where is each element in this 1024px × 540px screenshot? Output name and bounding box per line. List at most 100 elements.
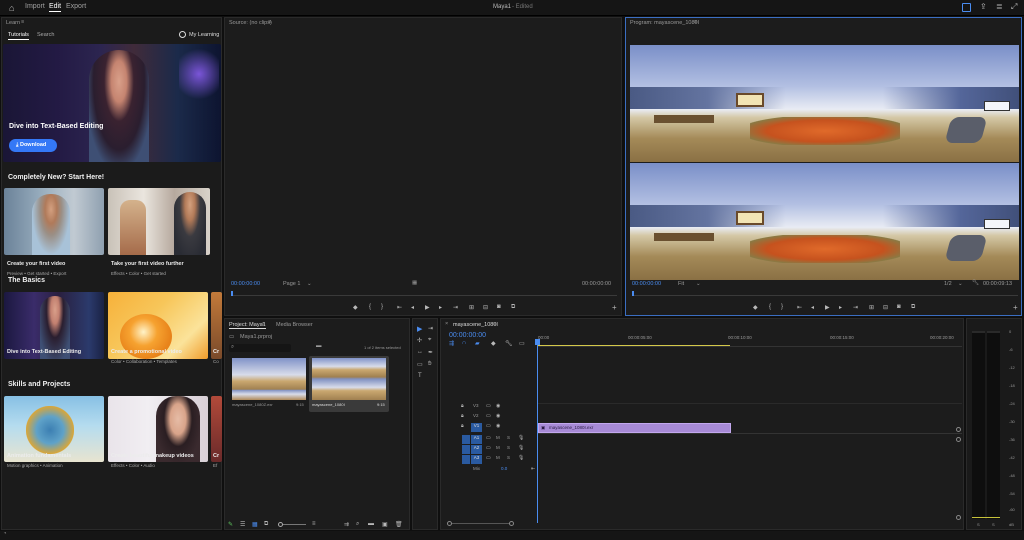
overwrite-icon[interactable]: ⊟: [483, 304, 488, 311]
panel-menu-icon[interactable]: ≡: [694, 19, 697, 25]
automate-icon[interactable]: ⇉: [344, 521, 349, 528]
source-scrubber[interactable]: [231, 291, 617, 296]
lock-icon[interactable]: 🔒︎: [461, 403, 464, 409]
eye-icon[interactable]: ◉: [496, 423, 500, 429]
ripple-edit-icon[interactable]: ✢: [417, 337, 422, 344]
nest-icon[interactable]: ⇶: [449, 340, 454, 347]
step-back-icon[interactable]: ◂: [811, 304, 814, 311]
track-label[interactable]: A2: [471, 445, 482, 454]
close-icon[interactable]: ×: [445, 321, 448, 327]
linked-selection-icon[interactable]: ▰: [475, 340, 480, 347]
play-icon[interactable]: ▶: [425, 304, 430, 311]
add-button-icon[interactable]: +: [1013, 303, 1018, 312]
tab-search[interactable]: Search: [37, 32, 54, 38]
timeline-zoom-scrollbar[interactable]: [447, 521, 514, 527]
panel-menu-icon[interactable]: ≡: [268, 19, 271, 25]
trash-icon[interactable]: 🗑︎: [395, 521, 403, 528]
card-title[interactable]: Create your first video: [7, 261, 65, 267]
captions-icon[interactable]: ▭: [519, 340, 525, 347]
share-icon[interactable]: ⇪: [980, 2, 987, 11]
card-title[interactable]: Create beautiful makeup videos: [111, 453, 194, 459]
panel-menu-icon[interactable]: ≡: [21, 19, 24, 25]
list-view-icon[interactable]: ☰: [240, 521, 245, 528]
card-title[interactable]: Cr: [213, 349, 219, 355]
project-search-input[interactable]: ⌕: [229, 344, 291, 352]
step-forward-icon[interactable]: ▸: [439, 304, 442, 311]
play-icon[interactable]: ▶: [825, 304, 830, 311]
mark-in-icon[interactable]: {: [369, 304, 371, 310]
lock-icon[interactable]: 🔒︎: [461, 423, 464, 429]
hero-banner[interactable]: Dive into Text-Based Editing ⤓ Download: [3, 44, 221, 162]
chevron-down-icon[interactable]: ⌄: [958, 281, 963, 287]
go-to-in-icon[interactable]: ⇤: [397, 304, 402, 311]
razor-tool-icon[interactable]: ⌖: [428, 337, 431, 344]
sync-lock-icon[interactable]: ▭: [486, 403, 491, 409]
sync-lock-icon[interactable]: ▭: [486, 423, 491, 429]
playhead-handle[interactable]: [535, 339, 540, 345]
lift-icon[interactable]: ⊞: [869, 304, 874, 311]
chevron-down-icon[interactable]: ⌄: [696, 281, 701, 287]
new-item-icon[interactable]: ▣: [382, 521, 388, 528]
go-to-out-icon[interactable]: ⇥: [853, 304, 858, 311]
scroll-handle[interactable]: [956, 427, 961, 432]
card-title[interactable]: Cr: [213, 453, 219, 459]
selection-tool-icon[interactable]: ▶: [417, 325, 422, 333]
eye-icon[interactable]: ◉: [496, 413, 500, 419]
export-frame-icon[interactable]: ⧉: [911, 304, 915, 311]
mute-button[interactable]: M: [496, 455, 500, 460]
project-item[interactable]: mayascene_1080Z.exr 9:15: [230, 356, 308, 412]
pencil-icon[interactable]: ✎: [228, 521, 233, 528]
tab-project[interactable]: Project: Maya1: [229, 322, 266, 329]
camera-icon[interactable]: ◙: [897, 304, 901, 310]
card-title[interactable]: Animation fundamentals: [7, 453, 71, 459]
track-source-patch[interactable]: [462, 445, 470, 454]
new-bin-icon[interactable]: ▬: [316, 343, 322, 349]
step-forward-icon[interactable]: ▸: [839, 304, 842, 311]
type-tool-icon[interactable]: T: [418, 373, 422, 379]
marker-icon[interactable]: ◆: [753, 304, 758, 311]
microphone-icon[interactable]: 🎙︎: [518, 435, 524, 441]
time-ruler[interactable]: 00:00 00:00:05:00 00:00:10:00 00:00:15:0…: [538, 333, 962, 347]
home-icon[interactable]: ⌂: [9, 3, 14, 13]
settings-icon[interactable]: ▦: [412, 280, 417, 286]
tab-export[interactable]: Export: [66, 3, 86, 10]
lock-icon[interactable]: 🔒︎: [461, 413, 464, 419]
track-label[interactable]: V1: [471, 423, 482, 432]
track-source-patch[interactable]: [462, 435, 470, 444]
sequence-tab[interactable]: mayascene_1080I: [453, 322, 498, 328]
go-to-out-icon[interactable]: ⇥: [453, 304, 458, 311]
track-source-patch[interactable]: [462, 455, 470, 464]
timeline-timecode[interactable]: 00:00:00:00: [449, 332, 486, 339]
fullscreen-icon[interactable]: ⤢: [1011, 2, 1017, 12]
card-title[interactable]: Take your first video further: [111, 261, 184, 267]
mark-in-icon[interactable]: {: [769, 304, 771, 310]
zoom-slider[interactable]: [278, 522, 306, 527]
mute-button[interactable]: M: [496, 445, 500, 450]
work-area-bar[interactable]: [538, 345, 730, 346]
eye-icon[interactable]: ◉: [496, 403, 500, 409]
zoom-fit-select[interactable]: Fit: [678, 281, 684, 287]
export-frame-icon[interactable]: ⧉: [511, 304, 515, 311]
workspace-icon[interactable]: [962, 3, 971, 12]
pen-tool-icon[interactable]: ✒: [428, 349, 433, 356]
playhead-marker[interactable]: [231, 291, 233, 296]
scroll-handle[interactable]: [956, 515, 961, 520]
quality-select[interactable]: 1/2: [944, 281, 952, 287]
freeform-view-icon[interactable]: ⧉: [264, 521, 268, 528]
rectangle-tool-icon[interactable]: ▭: [417, 361, 423, 368]
scroll-handle[interactable]: [509, 521, 514, 526]
progress-icon[interactable]: ≣: [996, 2, 1003, 11]
status-icon[interactable]: ◔: [3, 531, 7, 537]
timeline-settings-icon[interactable]: 🔧︎: [505, 340, 513, 347]
panel-menu-icon[interactable]: ≡: [262, 321, 265, 327]
go-to-in-icon[interactable]: ⇤: [797, 304, 802, 311]
mark-out-icon[interactable]: }: [781, 304, 783, 310]
microphone-icon[interactable]: 🎙︎: [518, 455, 524, 461]
hand-tool-icon[interactable]: ✋︎: [428, 361, 431, 368]
tab-media-browser[interactable]: Media Browser: [276, 322, 313, 328]
step-back-icon[interactable]: ◂: [411, 304, 414, 311]
mute-button[interactable]: M: [496, 435, 500, 440]
card-thumb-first-video[interactable]: [4, 188, 104, 255]
marker-icon[interactable]: ◆: [353, 304, 358, 311]
go-to-end-icon[interactable]: ⇤: [531, 466, 535, 472]
